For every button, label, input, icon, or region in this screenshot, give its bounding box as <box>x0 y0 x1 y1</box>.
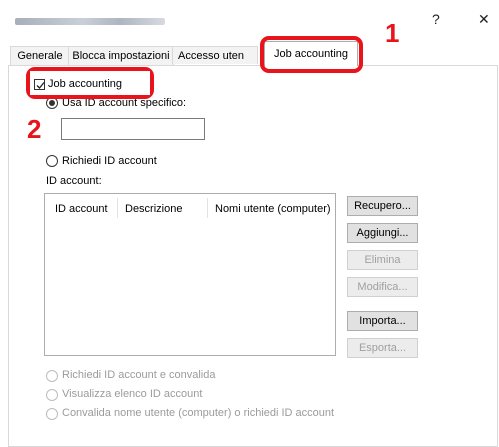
column-separator <box>207 198 208 218</box>
validate-username-radio[interactable] <box>46 408 58 420</box>
job-accounting-checkbox-box[interactable] <box>34 79 45 90</box>
specific-account-input[interactable] <box>61 118 205 140</box>
job-accounting-text: Job accounting <box>48 78 122 90</box>
prompt-account-radio[interactable] <box>46 155 58 167</box>
account-list-label: ID account: <box>46 175 102 187</box>
close-button[interactable]: ✕ <box>478 11 490 28</box>
show-account-list-radio[interactable] <box>46 389 58 401</box>
delete-button[interactable]: Elimina <box>347 250 418 270</box>
tab-generale[interactable]: Generale <box>10 46 70 65</box>
export-button[interactable]: Esporta... <box>347 338 418 358</box>
column-header-id[interactable]: ID account <box>55 203 108 215</box>
checkmark-icon <box>36 82 45 89</box>
column-header-usernames[interactable]: Nomi utente (computer) <box>215 203 331 215</box>
validate-account-label: Richiedi ID account e convalida <box>62 369 216 381</box>
callout-box-1 <box>260 36 363 73</box>
edit-button[interactable]: Modifica... <box>347 277 418 297</box>
callout-number-1: 1 <box>385 18 400 48</box>
add-button[interactable]: Aggiungi... <box>347 223 418 243</box>
retrieve-button[interactable]: Recupero... <box>347 196 418 216</box>
column-separator <box>117 198 118 218</box>
import-button[interactable]: Importa... <box>347 311 418 331</box>
validate-username-label: Convalida nome utente (computer) o richi… <box>62 407 335 419</box>
prompt-account-label: Richiedi ID account <box>62 155 157 167</box>
window-title <box>15 18 165 25</box>
callout-number-2: 2 <box>27 114 42 144</box>
show-account-list-label: Visualizza elenco ID account <box>62 388 203 400</box>
account-list[interactable]: ID account Descrizione Nomi utente (comp… <box>44 193 336 356</box>
tab-blocca-impostazioni[interactable]: Blocca impostazioni <box>68 46 174 65</box>
tab-accesso-utente[interactable]: Accesso uten <box>172 46 258 64</box>
help-button[interactable]: ? <box>432 11 440 27</box>
validate-account-radio[interactable] <box>46 370 58 382</box>
column-header-description[interactable]: Descrizione <box>125 203 182 215</box>
